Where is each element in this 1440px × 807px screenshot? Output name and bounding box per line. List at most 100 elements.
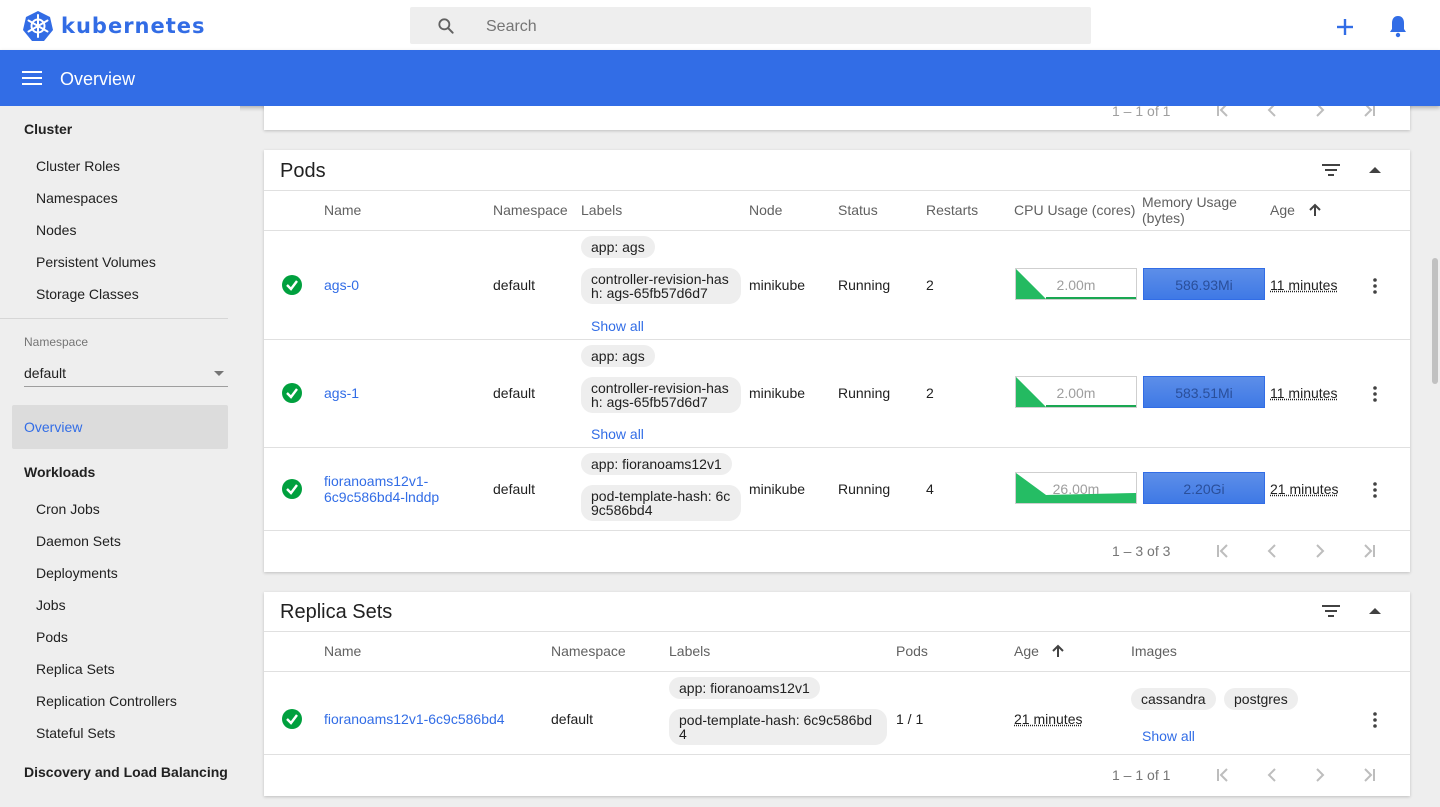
scrollbar-thumb[interactable] bbox=[1432, 258, 1438, 384]
sidebar-item-stateful-sets[interactable]: Stateful Sets bbox=[36, 725, 115, 741]
check-circle-icon bbox=[282, 275, 302, 295]
pod-age: 11 minutes bbox=[1270, 277, 1338, 293]
pod-name-link[interactable]: ags-0 bbox=[324, 277, 359, 293]
main-content: 1 – 1 of 1 Pods Name Namespace Labels No… bbox=[240, 106, 1435, 807]
collapse-icon[interactable] bbox=[1369, 167, 1381, 173]
create-plus-icon[interactable] bbox=[1334, 16, 1356, 38]
sidebar-item-replication-controllers[interactable]: Replication Controllers bbox=[36, 693, 177, 709]
sidebar-item-namespaces[interactable]: Namespaces bbox=[36, 190, 118, 206]
namespace-label: Namespace bbox=[24, 335, 89, 349]
column-header-age[interactable]: Age bbox=[1270, 202, 1295, 218]
pods-card: Pods Name Namespace Labels Node Status R… bbox=[264, 150, 1410, 572]
pod-name-link[interactable]: ags-1 bbox=[324, 385, 359, 401]
cpu-value: 2.00m bbox=[1056, 277, 1096, 293]
sidebar-item-persistent-volumes[interactable]: Persistent Volumes bbox=[36, 254, 156, 270]
column-header-pods: Pods bbox=[896, 643, 928, 659]
column-header-name[interactable]: Name bbox=[324, 202, 361, 218]
divider bbox=[264, 530, 1410, 531]
cpu-sparkline: 2.00m bbox=[1015, 268, 1137, 300]
search-icon bbox=[438, 18, 454, 34]
prev-page-icon[interactable] bbox=[1262, 765, 1282, 785]
column-header-namespace[interactable]: Namespace bbox=[493, 202, 568, 218]
next-page-icon[interactable] bbox=[1310, 765, 1330, 785]
image-chip: postgres bbox=[1224, 688, 1298, 710]
column-header-labels: Labels bbox=[669, 643, 711, 659]
sidebar-header-workloads[interactable]: Workloads bbox=[24, 464, 95, 480]
kubernetes-wheel-icon bbox=[23, 11, 53, 41]
cpu-value: 26.00m bbox=[1052, 481, 1100, 497]
next-page-icon[interactable] bbox=[1310, 541, 1330, 561]
show-all-link[interactable]: Show all bbox=[1142, 728, 1195, 744]
last-page-icon[interactable] bbox=[1358, 106, 1378, 120]
sort-ascending-icon[interactable] bbox=[1052, 644, 1064, 658]
pod-namespace: default bbox=[493, 481, 536, 497]
previous-card: 1 – 1 of 1 bbox=[264, 106, 1410, 130]
label-chip: controller-revision-hash: ags-65fb57d6d7 bbox=[581, 268, 741, 304]
dropdown-caret-icon bbox=[214, 371, 224, 376]
first-page-icon[interactable] bbox=[1214, 765, 1234, 785]
sidebar-header-cluster[interactable]: Cluster bbox=[24, 121, 72, 137]
more-vert-icon[interactable] bbox=[1373, 482, 1377, 498]
replica-set-name-link[interactable]: fioranoams12v1-6c9c586bd4 bbox=[324, 711, 505, 727]
label-chip: pod-template-hash: 6c9c586bd4 bbox=[581, 485, 741, 521]
last-page-icon[interactable] bbox=[1358, 541, 1378, 561]
pager-range: 1 – 1 of 1 bbox=[1112, 767, 1171, 783]
first-page-icon[interactable] bbox=[1214, 106, 1234, 120]
check-circle-icon bbox=[282, 709, 302, 729]
filter-icon[interactable] bbox=[1321, 601, 1341, 621]
next-page-icon[interactable] bbox=[1310, 106, 1330, 120]
column-header-status[interactable]: Status bbox=[838, 202, 878, 218]
more-vert-icon[interactable] bbox=[1373, 278, 1377, 294]
memory-value: 583.51Mi bbox=[1175, 385, 1233, 401]
prev-page-icon[interactable] bbox=[1262, 541, 1282, 561]
sort-ascending-icon[interactable] bbox=[1309, 203, 1321, 217]
sidebar-item-replica-sets[interactable]: Replica Sets bbox=[36, 661, 115, 677]
pod-name-link-line2[interactable]: 6c9c586bd4-lnddp bbox=[324, 489, 439, 505]
column-header-name[interactable]: Name bbox=[324, 643, 361, 659]
page-title: Overview bbox=[60, 69, 136, 89]
kubernetes-logo[interactable]: kubernetes bbox=[22, 10, 206, 42]
sidebar-item-pods[interactable]: Pods bbox=[36, 629, 68, 645]
memory-value: 2.20Gi bbox=[1183, 481, 1225, 497]
prev-page-icon[interactable] bbox=[1262, 106, 1282, 120]
collapse-icon[interactable] bbox=[1369, 608, 1381, 614]
sidebar-header-discovery[interactable]: Discovery and Load Balancing bbox=[24, 764, 228, 780]
sidebar-item-cluster-roles[interactable]: Cluster Roles bbox=[36, 158, 120, 174]
sidebar-item-storage-classes[interactable]: Storage Classes bbox=[36, 286, 139, 302]
replica-set-age: 21 minutes bbox=[1014, 711, 1083, 727]
pod-namespace: default bbox=[493, 277, 536, 293]
more-vert-icon[interactable] bbox=[1373, 712, 1377, 728]
cpu-sparkline: 2.00m bbox=[1015, 376, 1137, 408]
sidebar-item-overview-label: Overview bbox=[24, 419, 83, 435]
filter-icon[interactable] bbox=[1321, 160, 1341, 180]
sidebar-divider bbox=[0, 318, 228, 319]
pager-range: 1 – 1 of 1 bbox=[1112, 106, 1171, 119]
search-box[interactable] bbox=[410, 7, 1091, 44]
sidebar-item-deployments[interactable]: Deployments bbox=[36, 565, 118, 581]
column-header-node[interactable]: Node bbox=[749, 202, 782, 218]
divider bbox=[264, 190, 1410, 191]
column-header-memory-unit: (bytes) bbox=[1142, 210, 1185, 226]
sidebar-item-cron-jobs[interactable]: Cron Jobs bbox=[36, 501, 100, 517]
sidebar-item-overview[interactable]: Overview bbox=[12, 405, 228, 449]
sidebar-item-nodes[interactable]: Nodes bbox=[36, 222, 76, 238]
more-vert-icon[interactable] bbox=[1373, 386, 1377, 402]
show-all-link[interactable]: Show all bbox=[591, 318, 644, 334]
column-header-age[interactable]: Age bbox=[1014, 643, 1039, 659]
namespace-select[interactable]: default bbox=[24, 358, 228, 387]
label-chip: app: ags bbox=[581, 345, 655, 367]
column-header-restarts[interactable]: Restarts bbox=[926, 202, 978, 218]
hamburger-menu-icon[interactable] bbox=[22, 68, 42, 88]
pod-node: minikube bbox=[749, 277, 806, 293]
pod-name-link-line1[interactable]: fioranoams12v1- bbox=[324, 473, 428, 489]
divider bbox=[264, 754, 1410, 755]
last-page-icon[interactable] bbox=[1358, 765, 1378, 785]
search-input[interactable] bbox=[484, 13, 1068, 40]
first-page-icon[interactable] bbox=[1214, 541, 1234, 561]
column-header-namespace[interactable]: Namespace bbox=[551, 643, 626, 659]
sidebar-item-jobs[interactable]: Jobs bbox=[36, 597, 66, 613]
show-all-link[interactable]: Show all bbox=[591, 426, 644, 442]
sidebar-item-daemon-sets[interactable]: Daemon Sets bbox=[36, 533, 121, 549]
notifications-bell-icon[interactable] bbox=[1387, 14, 1409, 38]
divider bbox=[264, 447, 1410, 448]
